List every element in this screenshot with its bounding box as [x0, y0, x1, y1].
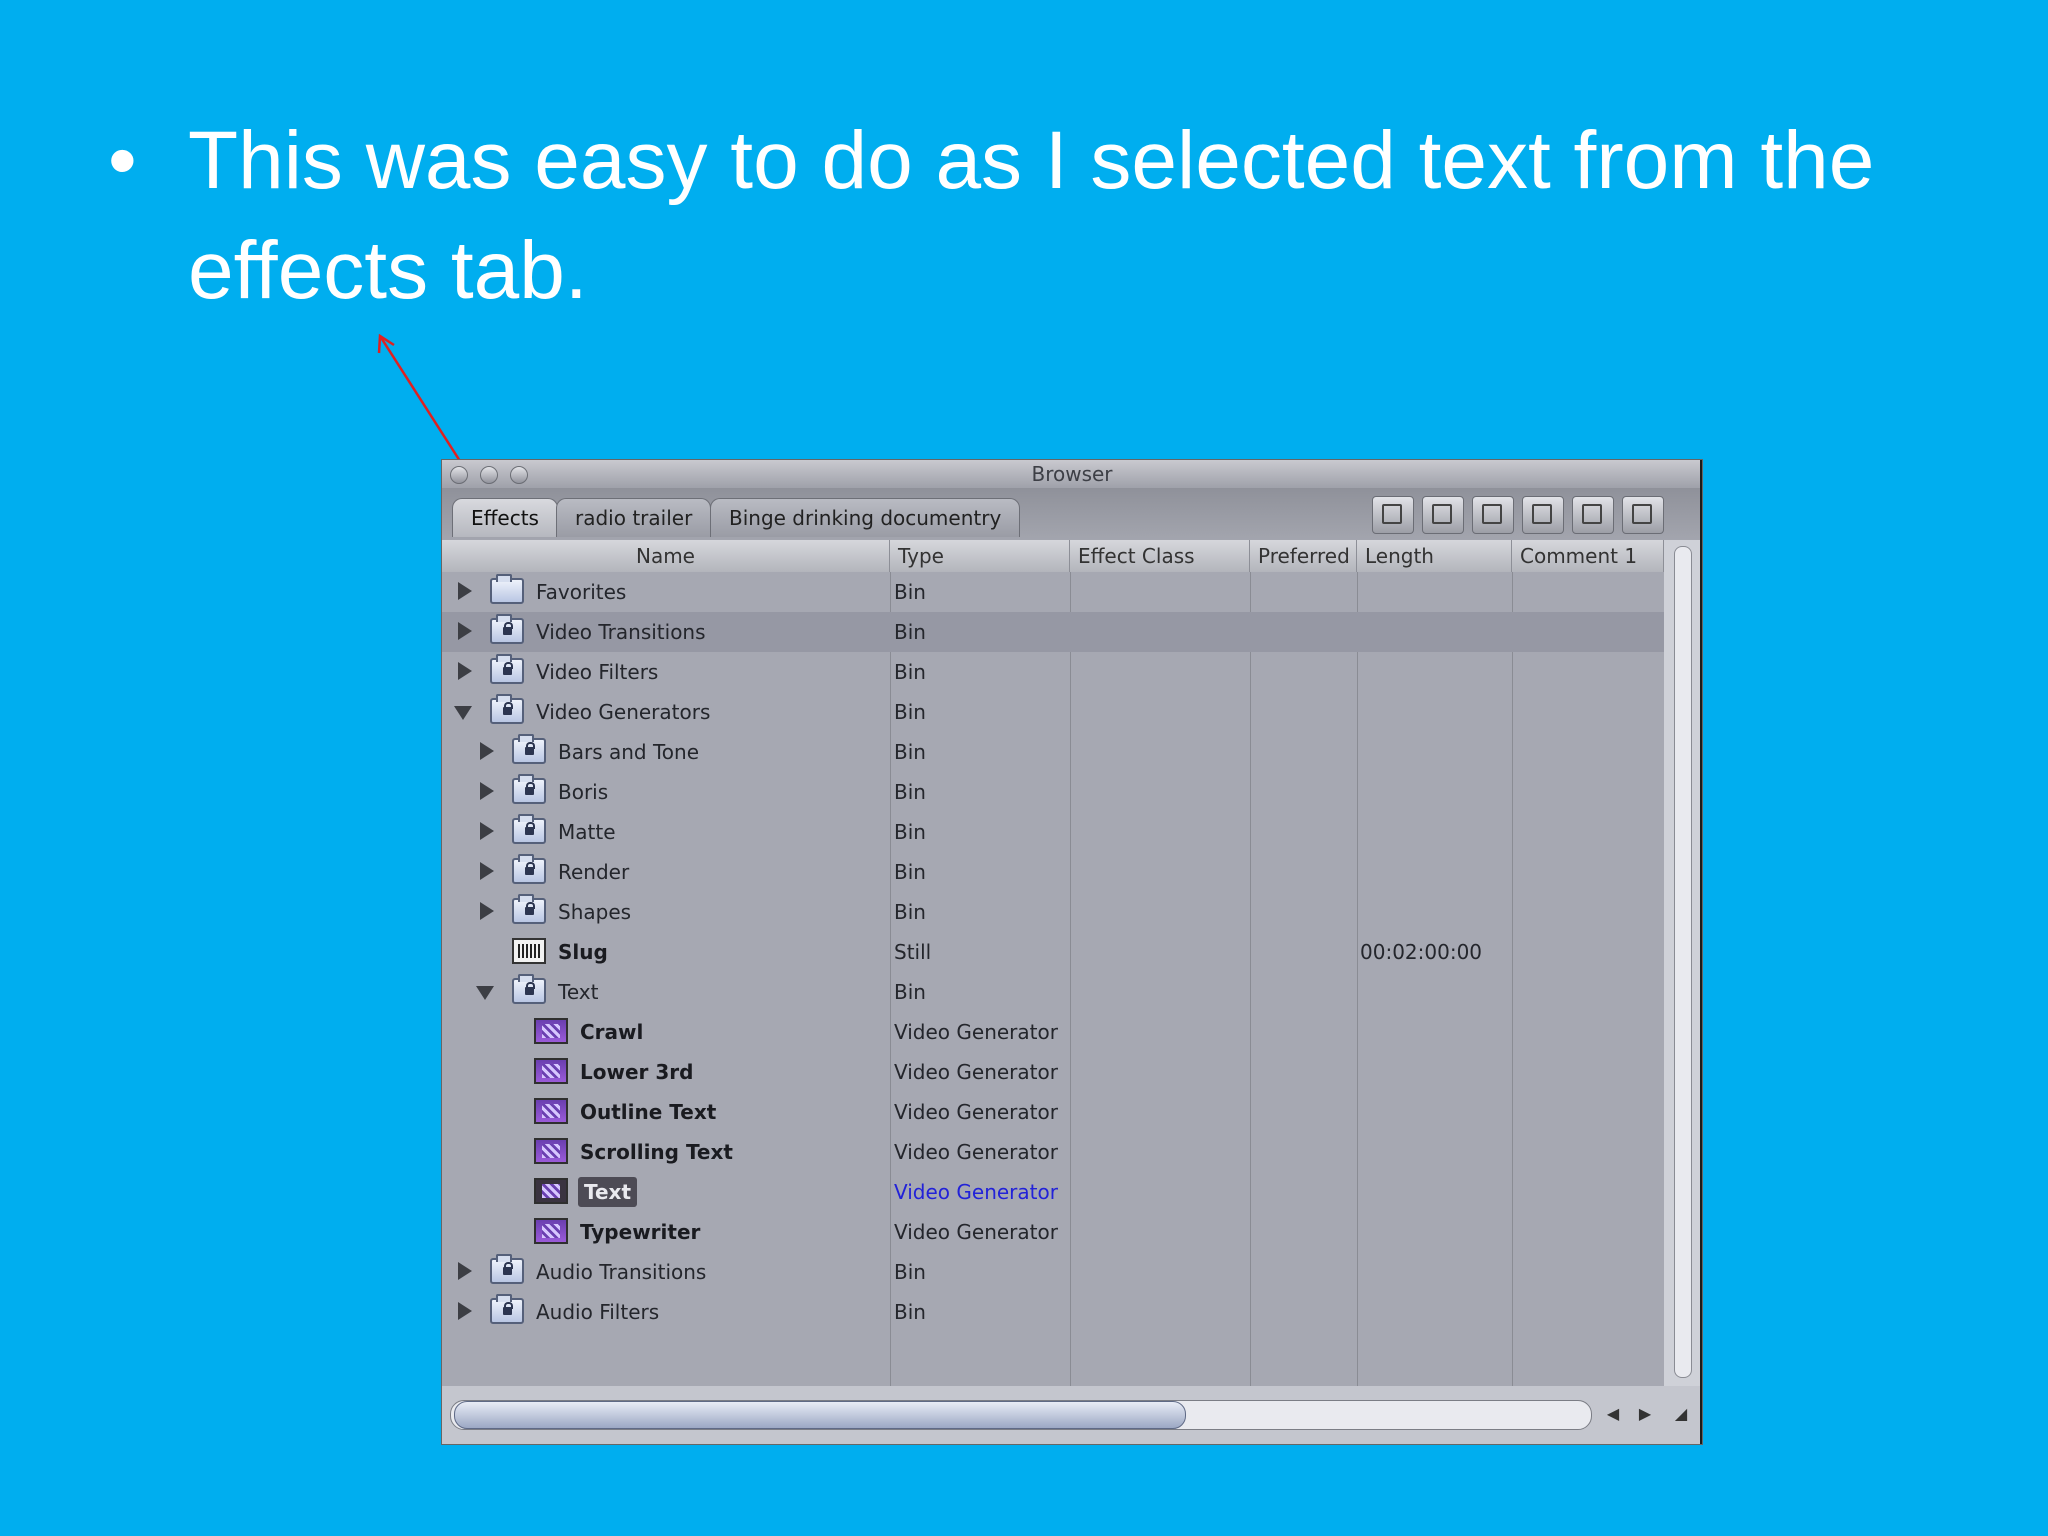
- column-header-row: Name Type Effect Class Preferred Length …: [442, 540, 1664, 573]
- disclosure-triangle-icon[interactable]: [480, 902, 494, 920]
- disclosure-triangle-icon[interactable]: [480, 822, 494, 840]
- locked-bin-icon: [512, 774, 546, 804]
- list-item[interactable]: Typewriter Video Generator: [442, 1212, 1664, 1252]
- toolbar-icon-4[interactable]: [1522, 496, 1564, 534]
- video-generator-icon: [534, 1058, 568, 1084]
- list-item[interactable]: Audio Filters Bin: [442, 1292, 1664, 1332]
- disclosure-triangle-open-icon[interactable]: [476, 986, 494, 1000]
- list-item[interactable]: Video Filters Bin: [442, 652, 1664, 692]
- list-item[interactable]: Slug Still 00:02:00:00: [442, 932, 1664, 972]
- list-item-selected[interactable]: Text Video Generator: [442, 1172, 1664, 1212]
- list-item[interactable]: Scrolling Text Video Generator: [442, 1132, 1664, 1172]
- disclosure-triangle-icon[interactable]: [458, 662, 472, 680]
- disclosure-triangle-icon[interactable]: [458, 622, 472, 640]
- list-item[interactable]: Video Generators Bin: [442, 692, 1664, 732]
- window-titlebar[interactable]: Browser: [442, 460, 1702, 488]
- window-edge: [1700, 460, 1702, 1444]
- horizontal-scrollbar[interactable]: ◀ ▶ ◢: [442, 1386, 1702, 1444]
- disclosure-triangle-open-icon[interactable]: [454, 706, 472, 720]
- locked-bin-icon: [512, 974, 546, 1004]
- list-item[interactable]: Text Bin: [442, 972, 1664, 1012]
- column-header-comment-1[interactable]: Comment 1: [1512, 540, 1664, 572]
- column-header-name[interactable]: Name: [442, 540, 890, 572]
- browser-list: Favorites Bin Video Transitions Bin Vide…: [442, 572, 1664, 1386]
- disclosure-triangle-icon[interactable]: [480, 782, 494, 800]
- scroll-left-arrow-icon[interactable]: ◀: [1600, 1400, 1626, 1428]
- resize-grip-icon[interactable]: ◢: [1668, 1400, 1694, 1428]
- list-item[interactable]: Bars and Tone Bin: [442, 732, 1664, 772]
- locked-bin-icon: [512, 814, 546, 844]
- list-item[interactable]: Outline Text Video Generator: [442, 1092, 1664, 1132]
- slide-bullet-text: • This was easy to do as I selected text…: [108, 106, 1988, 326]
- list-item[interactable]: Matte Bin: [442, 812, 1664, 852]
- disclosure-triangle-icon[interactable]: [458, 1262, 472, 1280]
- slug-clip-icon: [512, 938, 546, 964]
- tab-bar: Effects radio trailer Binge drinking doc…: [442, 488, 1702, 540]
- folder-icon: [490, 574, 524, 604]
- window-title: Browser: [1031, 462, 1113, 486]
- list-item[interactable]: Video Transitions Bin: [442, 612, 1664, 652]
- vertical-scrollbar[interactable]: [1664, 540, 1702, 1386]
- locked-bin-icon: [512, 854, 546, 884]
- tab-effects[interactable]: Effects: [452, 498, 558, 537]
- video-generator-icon: [534, 1138, 568, 1164]
- video-generator-icon: [534, 1098, 568, 1124]
- length-value: 00:02:00:00: [1360, 940, 1483, 964]
- bullet-glyph: •: [108, 115, 137, 206]
- list-item[interactable]: Render Bin: [442, 852, 1664, 892]
- slide-body-text: This was easy to do as I selected text f…: [188, 115, 1875, 316]
- locked-bin-icon: [490, 694, 524, 724]
- list-item[interactable]: Favorites Bin: [442, 572, 1664, 612]
- disclosure-triangle-icon[interactable]: [480, 742, 494, 760]
- toolbar-icon-1[interactable]: [1372, 496, 1414, 534]
- list-item[interactable]: Shapes Bin: [442, 892, 1664, 932]
- column-header-type[interactable]: Type: [890, 540, 1070, 572]
- scroll-thumb[interactable]: [454, 1401, 1186, 1429]
- locked-bin-icon: [490, 1294, 524, 1324]
- locked-bin-icon: [490, 1254, 524, 1284]
- video-generator-icon: [534, 1178, 568, 1204]
- locked-bin-icon: [490, 614, 524, 644]
- disclosure-triangle-icon[interactable]: [458, 582, 472, 600]
- list-item[interactable]: Boris Bin: [442, 772, 1664, 812]
- locked-bin-icon: [512, 734, 546, 764]
- toolbar-icon-6[interactable]: [1622, 496, 1664, 534]
- list-item[interactable]: Audio Transitions Bin: [442, 1252, 1664, 1292]
- video-generator-icon: [534, 1018, 568, 1044]
- tab-radio-trailer[interactable]: radio trailer: [556, 498, 712, 537]
- list-item[interactable]: Lower 3rd Video Generator: [442, 1052, 1664, 1092]
- locked-bin-icon: [512, 894, 546, 924]
- list-item[interactable]: Crawl Video Generator: [442, 1012, 1664, 1052]
- disclosure-triangle-icon[interactable]: [480, 862, 494, 880]
- tab-binge-drinking-documentry[interactable]: Binge drinking documentry: [710, 498, 1021, 537]
- toolbar-icon-5[interactable]: [1572, 496, 1614, 534]
- toolbar-icon-3[interactable]: [1472, 496, 1514, 534]
- disclosure-triangle-icon[interactable]: [458, 1302, 472, 1320]
- toolbar-icon-2[interactable]: [1422, 496, 1464, 534]
- locked-bin-icon: [490, 654, 524, 684]
- column-header-length[interactable]: Length: [1357, 540, 1512, 572]
- browser-window: Browser Effects radio trailer Binge drin…: [442, 460, 1702, 1444]
- video-generator-icon: [534, 1218, 568, 1244]
- column-header-preferred[interactable]: Preferred: [1250, 540, 1357, 572]
- scroll-right-arrow-icon[interactable]: ▶: [1632, 1400, 1658, 1428]
- column-header-effect-class[interactable]: Effect Class: [1070, 540, 1250, 572]
